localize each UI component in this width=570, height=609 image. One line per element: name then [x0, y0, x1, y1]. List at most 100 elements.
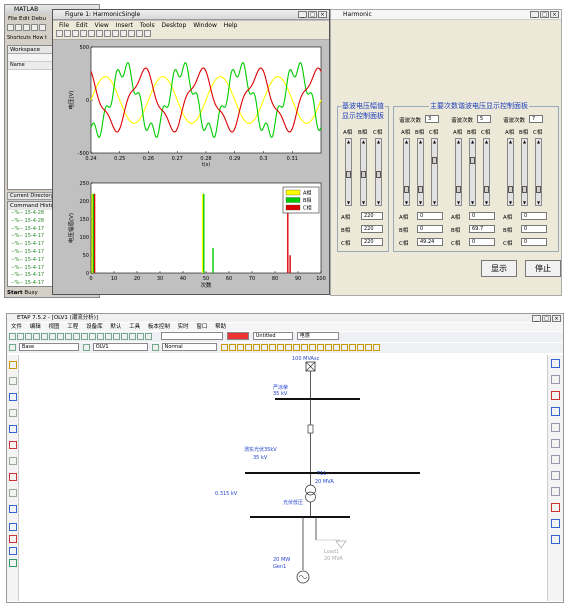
colorbar-icon[interactable] — [136, 30, 143, 37]
fuse-tool-icon[interactable] — [9, 535, 17, 543]
open-icon[interactable] — [64, 30, 71, 37]
find-icon[interactable] — [137, 332, 144, 340]
zoom-in-icon[interactable] — [73, 332, 80, 340]
harmonic-order-box[interactable]: 5 — [477, 115, 491, 123]
harmonic-value-box[interactable]: 0 — [469, 212, 495, 220]
close-icon[interactable]: × — [552, 315, 561, 322]
data-cursor-icon[interactable] — [128, 30, 135, 37]
print-icon[interactable] — [80, 30, 87, 37]
slider-knob[interactable] — [536, 185, 541, 193]
optimal-icon[interactable] — [292, 343, 300, 351]
harmonic-slider[interactable]: ▲ ▼ — [455, 138, 462, 206]
result-analyzer-icon[interactable] — [551, 519, 560, 528]
bus-results-icon[interactable] — [551, 375, 560, 384]
etap-menu-realtime[interactable]: 实时 — [178, 324, 189, 330]
base-voltage-slider[interactable]: ▲ ▼ — [375, 138, 382, 206]
copy-icon[interactable] — [31, 24, 38, 31]
shortcuts-label[interactable]: Shortcuts — [7, 35, 31, 41]
matlab-menu-edit[interactable]: Edit — [19, 16, 30, 22]
harmonic-value-box[interactable]: 0 — [521, 225, 547, 233]
close-icon[interactable]: × — [318, 11, 327, 18]
compare-icon[interactable] — [364, 343, 372, 351]
fig-menu-view[interactable]: View — [95, 22, 109, 29]
dc-icon[interactable] — [284, 343, 292, 351]
slider-knob[interactable] — [418, 185, 423, 193]
show-button[interactable]: 显示 — [481, 260, 517, 277]
new-figure-icon[interactable] — [56, 30, 63, 37]
cable-icon[interactable] — [316, 343, 324, 351]
load-icon[interactable] — [335, 540, 347, 549]
harmonic-slider[interactable]: ▲ ▼ — [535, 138, 542, 206]
slider-up-arrow-icon[interactable]: ▲ — [418, 139, 423, 144]
cut-icon[interactable] — [41, 332, 48, 340]
etap-menu-window[interactable]: 窗口 — [196, 324, 207, 330]
slider-up-arrow-icon[interactable]: ▲ — [346, 139, 351, 144]
harmonic-slider[interactable]: ▲ ▼ — [521, 138, 528, 206]
slider-down-arrow-icon[interactable]: ▼ — [484, 200, 489, 205]
etap-menu-edit[interactable]: 编辑 — [30, 324, 41, 330]
halt-icon[interactable] — [551, 455, 560, 464]
help-icon[interactable] — [145, 332, 152, 340]
generator-tool-icon[interactable] — [9, 441, 17, 449]
save-icon[interactable] — [72, 30, 79, 37]
harmonic-value-box[interactable]: 69.7 — [469, 225, 495, 233]
maximize-icon[interactable]: □ — [542, 315, 551, 322]
harmonic-slider[interactable]: ▲ ▼ — [507, 138, 514, 206]
shortcircuit-icon[interactable] — [236, 343, 244, 351]
alert-view-icon[interactable] — [551, 391, 560, 400]
fig-menu-tools[interactable]: Tools — [140, 22, 155, 29]
impedance-tool-icon[interactable] — [9, 425, 17, 433]
minimize-icon[interactable]: _ — [530, 11, 539, 18]
harmonic-value-box[interactable]: 0 — [521, 238, 547, 246]
study-case-icon[interactable] — [551, 487, 560, 496]
slider-down-arrow-icon[interactable]: ▼ — [522, 200, 527, 205]
report-icon[interactable] — [348, 343, 356, 351]
legend-icon[interactable] — [144, 30, 151, 37]
harmonic-value-box[interactable]: 0 — [469, 238, 495, 246]
zoom-out-icon[interactable] — [104, 30, 111, 37]
slider-knob[interactable] — [484, 185, 489, 193]
cut-icon[interactable] — [23, 24, 30, 31]
table-icon[interactable] — [551, 535, 560, 544]
harmonic-slider[interactable]: ▲ ▼ — [483, 138, 490, 206]
switch-tool-icon[interactable] — [9, 547, 17, 555]
minimize-icon[interactable]: _ — [532, 315, 541, 322]
slider-down-arrow-icon[interactable]: ▼ — [536, 200, 541, 205]
pan-icon[interactable] — [112, 30, 119, 37]
open-icon[interactable] — [17, 332, 24, 340]
slider-down-arrow-icon[interactable]: ▼ — [432, 200, 437, 205]
slider-down-arrow-icon[interactable]: ▼ — [508, 200, 513, 205]
etap-menu-tools[interactable]: 工具 — [129, 324, 140, 330]
alert-icon[interactable] — [356, 343, 364, 351]
slider-down-arrow-icon[interactable]: ▼ — [404, 200, 409, 205]
unbalanced-icon[interactable] — [300, 343, 308, 351]
harmonic-value-box[interactable]: 49.24 — [417, 238, 443, 246]
line-tool-icon[interactable] — [9, 409, 17, 417]
slider-knob[interactable] — [361, 171, 366, 179]
paste-icon[interactable] — [57, 332, 64, 340]
arcflash-icon[interactable] — [308, 343, 316, 351]
zoom-in-icon[interactable] — [96, 30, 103, 37]
close-icon[interactable]: × — [550, 11, 559, 18]
etap-menu-help[interactable]: 帮助 — [215, 324, 226, 330]
slider-knob[interactable] — [346, 171, 351, 179]
config-icon[interactable] — [82, 343, 90, 351]
scenario-icon[interactable] — [340, 343, 348, 351]
meter-tool-icon[interactable] — [9, 505, 17, 513]
harmonic-slider[interactable]: ▲ ▼ — [417, 138, 424, 206]
harmonic-value-box[interactable]: 0 — [521, 212, 547, 220]
slider-knob[interactable] — [456, 185, 461, 193]
capacitor-tool-icon[interactable] — [9, 489, 17, 497]
harmonic-value-box[interactable]: 0 — [417, 225, 443, 233]
slider-up-arrow-icon[interactable]: ▲ — [522, 139, 527, 144]
base-voltage-box[interactable]: 220 — [361, 225, 383, 233]
slider-down-arrow-icon[interactable]: ▼ — [470, 200, 475, 205]
export-icon[interactable] — [372, 343, 380, 351]
etap-normal-combo[interactable]: Normal — [161, 343, 217, 351]
copy-icon[interactable] — [49, 332, 56, 340]
slider-up-arrow-icon[interactable]: ▲ — [470, 139, 475, 144]
save-icon[interactable] — [25, 332, 32, 340]
pan-icon[interactable] — [65, 332, 72, 340]
slider-knob[interactable] — [522, 185, 527, 193]
base-voltage-box[interactable]: 220 — [361, 238, 383, 246]
